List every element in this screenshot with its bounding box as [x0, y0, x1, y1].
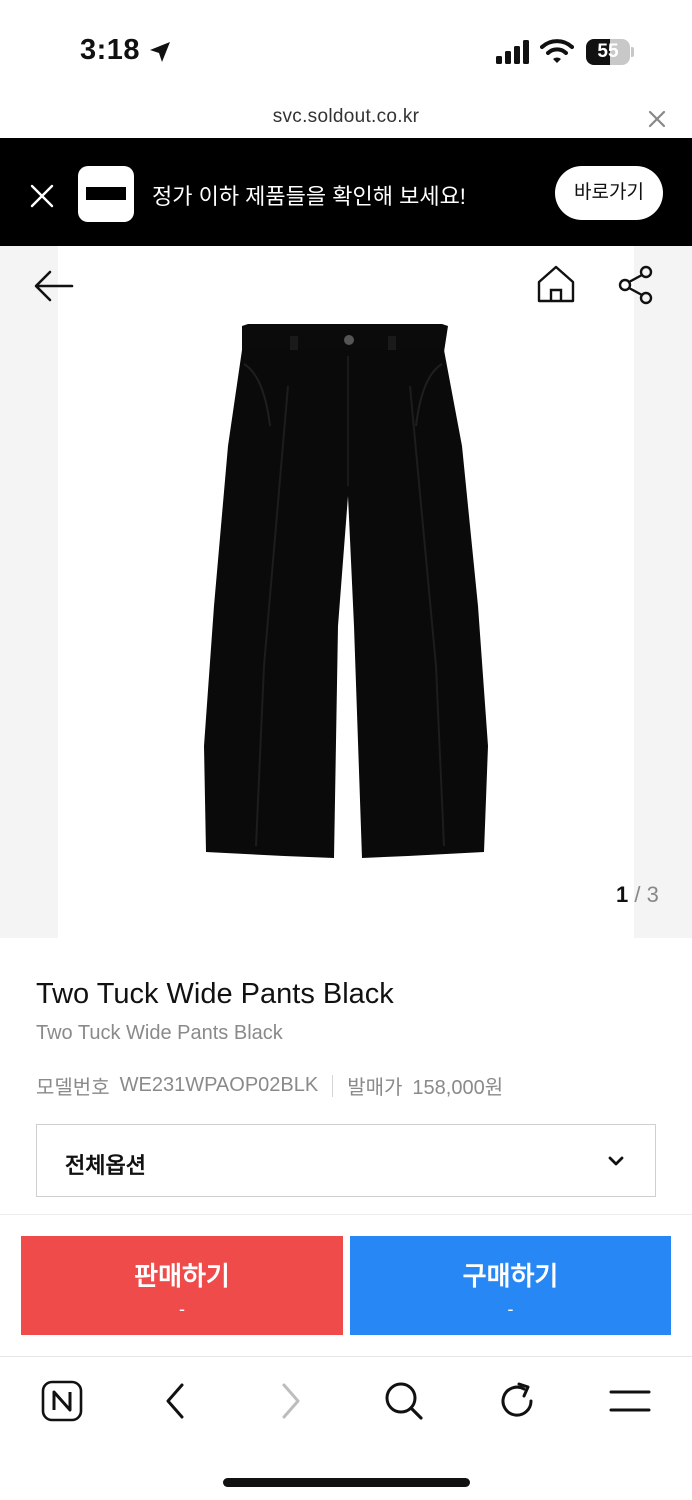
url-bar[interactable]: svc.soldout.co.kr [0, 100, 692, 138]
status-time: 3:18 [80, 34, 141, 66]
status-bar: 3:18 55 [0, 0, 692, 100]
option-selected-value: 전체옵션 [65, 1153, 146, 1178]
home-icon[interactable] [534, 262, 578, 306]
buy-button-price: - [507, 1299, 514, 1319]
product-title: Two Tuck Wide Pants Black [36, 978, 394, 1010]
search-icon[interactable] [382, 1379, 426, 1423]
cellular-signal-icon [496, 40, 529, 64]
app-install-banner: 정가 이하 제품들을 확인해 보세요! 바로가기 [0, 138, 692, 246]
option-select[interactable]: 전체옵션 [36, 1124, 656, 1197]
chevron-down-icon [608, 1156, 624, 1166]
app-logo [78, 166, 134, 222]
close-icon[interactable] [646, 108, 668, 130]
product-gallery[interactable] [0, 246, 692, 938]
home-indicator [223, 1478, 470, 1487]
chevron-right-icon[interactable] [268, 1379, 312, 1423]
naver-n-icon[interactable] [40, 1379, 84, 1423]
menu-icon[interactable] [608, 1379, 652, 1423]
action-bar: 판매하기 - 구매하기 - [0, 1214, 692, 1356]
model-number-value: WE231WPAOP02BLK [119, 1074, 319, 1096]
chevron-left-icon[interactable] [154, 1379, 198, 1423]
refresh-icon[interactable] [495, 1379, 539, 1423]
wifi-icon [540, 39, 574, 63]
pager-separator: / [634, 882, 641, 907]
model-number-label: 모델번호 [36, 1077, 110, 1099]
product-image [204, 324, 488, 858]
battery-icon: 55 [586, 39, 634, 65]
release-price-label: 발매가 [347, 1077, 403, 1099]
location-arrow-icon [150, 42, 170, 62]
sell-button[interactable]: 판매하기 - [21, 1236, 343, 1335]
banner-message: 정가 이하 제품들을 확인해 보세요! [152, 184, 466, 209]
url-text[interactable]: svc.soldout.co.kr [0, 106, 692, 128]
meta-divider [332, 1074, 334, 1097]
buy-button-label: 구매하기 [462, 1261, 559, 1291]
sell-button-label: 판매하기 [134, 1261, 230, 1291]
back-arrow-icon[interactable] [32, 266, 76, 306]
pager-total: 3 [646, 882, 659, 907]
product-meta: 모델번호 WE231WPAOP02BLK 발매가 158,000원 [36, 1071, 503, 1100]
banner-go-button[interactable]: 바로가기 [555, 166, 663, 220]
product-subtitle: Two Tuck Wide Pants Black [36, 1022, 283, 1044]
release-price-value: 158,000원 [412, 1077, 504, 1099]
pager-current: 1 [616, 882, 629, 907]
browser-toolbar [0, 1356, 692, 1500]
battery-level: 55 [597, 41, 619, 62]
sell-button-price: - [179, 1299, 185, 1319]
banner-close-icon[interactable] [28, 182, 56, 210]
share-icon[interactable] [616, 264, 656, 306]
image-pager: 1 / 3 [616, 882, 659, 908]
buy-button[interactable]: 구매하기 - [350, 1236, 671, 1335]
